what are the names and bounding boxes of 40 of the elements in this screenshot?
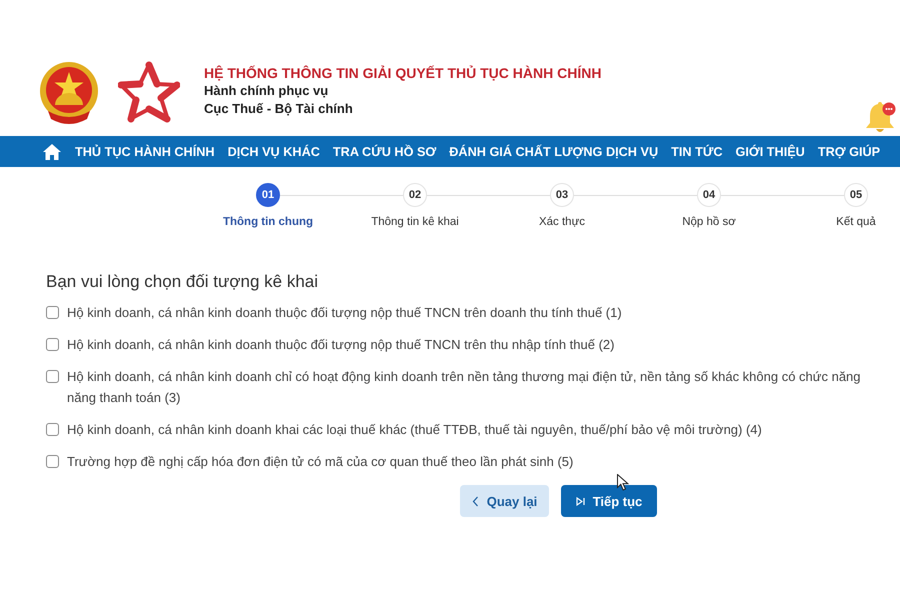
checkbox[interactable]: [46, 306, 59, 319]
step-label: Thông tin kê khai: [371, 215, 459, 229]
checkbox[interactable]: [46, 455, 59, 468]
checkbox[interactable]: [46, 338, 59, 351]
nav-link[interactable]: THỦ TỤC HÀNH CHÍNH: [75, 144, 215, 160]
home-icon[interactable]: [43, 144, 61, 160]
agency-name: Cục Thuế - Bộ Tài chính: [204, 100, 353, 118]
step-number: 04: [697, 183, 721, 207]
step-label: Kết quả: [836, 215, 876, 229]
chevron-left-icon: [472, 496, 479, 506]
step-label: Thông tin chung: [222, 215, 314, 229]
notification-bell-icon[interactable]: [865, 100, 896, 134]
checkbox[interactable]: [46, 370, 59, 383]
option-label[interactable]: Hộ kinh doanh, cá nhân kinh doanh khai các loại thuế khác (thuế TTĐB, thuế tài nguyên, thuế/phí bảo vệ môi trường) (4): [67, 419, 762, 440]
option-label[interactable]: Hộ kinh doanh, cá nhân kinh doanh chỉ có hoạt động kinh doanh trên nền tảng thương mại điện tử, nền tảng số khác không có chức năng năng thanh toán (3): [67, 366, 861, 408]
nav-link[interactable]: DỊCH VỤ KHÁC: [228, 144, 320, 160]
option-label[interactable]: Hộ kinh doanh, cá nhân kinh doanh thuộc đối tượng nộp thuế TNCN trên doanh thu tính thuế (1): [67, 302, 622, 323]
nav-link[interactable]: TIN TỨC: [671, 144, 723, 160]
nav-link[interactable]: ĐÁNH GIÁ CHẤT LƯỢNG DỊCH VỤ: [449, 144, 658, 160]
nav-link[interactable]: TRA CỨU HỒ SƠ: [332, 144, 436, 160]
nav-link[interactable]: TRỢ GIÚP: [818, 144, 880, 160]
step-label: Nộp hồ sơ: [682, 215, 736, 229]
step-number: 03: [550, 183, 574, 207]
checkbox[interactable]: [46, 423, 59, 436]
option-label[interactable]: Hộ kinh doanh, cá nhân kinh doanh thuộc đối tượng nộp thuế TNCN trên thu nhập tính thuế (2): [67, 334, 614, 355]
step-number: 01: [256, 183, 280, 207]
step-number: 02: [403, 183, 427, 207]
nav-link[interactable]: GIỚI THIỆU: [736, 144, 805, 160]
step-number: 05: [844, 183, 868, 207]
step-label: Xác thực: [538, 215, 586, 229]
emblem-icon: [38, 61, 100, 127]
mouse-cursor-icon: [617, 474, 629, 491]
form-heading: Bạn vui lòng chọn đối tượng kê khai: [46, 271, 318, 292]
option-label[interactable]: Trường hợp đề nghị cấp hóa đơn điện tử có mã của cơ quan thuế theo lần phát sinh (5): [67, 451, 574, 472]
skip-forward-icon: [576, 496, 585, 506]
system-title: HỆ THỐNG THÔNG TIN GIẢI QUYẾT THỦ TỤC HÀNH CHÍNH: [204, 64, 602, 82]
system-subtitle: Hành chính phục vụ: [204, 82, 328, 100]
star-icon: [118, 61, 180, 123]
continue-button[interactable]: Tiếp tục: [561, 485, 657, 517]
back-button[interactable]: Quay lại: [460, 485, 549, 517]
